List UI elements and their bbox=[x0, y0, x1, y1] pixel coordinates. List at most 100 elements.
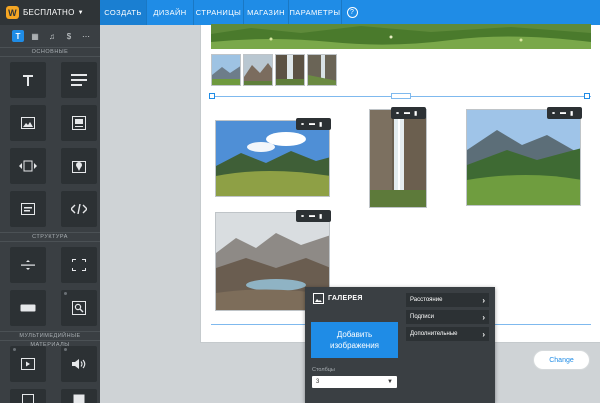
gallery-element[interactable] bbox=[10, 148, 46, 184]
link-icon[interactable]: ⚭ bbox=[551, 110, 556, 117]
tab-create[interactable]: СОЗДАТЬ bbox=[100, 0, 147, 25]
layout-icon[interactable]: ▦ bbox=[29, 30, 41, 42]
form-element[interactable] bbox=[10, 191, 46, 227]
document-element[interactable] bbox=[10, 389, 46, 403]
drag-handle[interactable] bbox=[391, 93, 411, 99]
chevron-down-icon: ▼ bbox=[387, 379, 393, 385]
chevron-right-icon: › bbox=[482, 295, 485, 305]
dollar-icon[interactable]: $ bbox=[63, 30, 75, 42]
banner-image[interactable] bbox=[211, 24, 591, 49]
brand-menu[interactable]: W БЕСПЛАТНО ▼ bbox=[0, 0, 100, 25]
button-element[interactable] bbox=[10, 290, 46, 326]
spacer-icon bbox=[72, 259, 86, 271]
option-advanced[interactable]: Дополнительные › bbox=[406, 327, 489, 341]
audio-element[interactable] bbox=[61, 346, 97, 382]
thumbnail-1[interactable] bbox=[211, 54, 241, 86]
document-icon bbox=[22, 394, 34, 403]
map-element[interactable] bbox=[61, 148, 97, 184]
thumb-cliff-photo bbox=[308, 55, 336, 85]
video-element[interactable] bbox=[10, 346, 46, 382]
comment-icon[interactable]: ▬ bbox=[309, 213, 315, 219]
image-3-toolbar: ⚭ ▬ ▮ bbox=[547, 107, 582, 119]
top-bar-fill bbox=[362, 0, 600, 25]
link-icon[interactable]: ⚭ bbox=[300, 213, 305, 220]
meadow-photo bbox=[211, 24, 591, 49]
spacer-element[interactable] bbox=[61, 247, 97, 283]
button-icon bbox=[20, 304, 36, 312]
image-text-icon bbox=[72, 116, 86, 130]
trash-icon[interactable]: ▮ bbox=[414, 110, 417, 117]
gallery-icon bbox=[19, 160, 37, 172]
resize-handle-right[interactable] bbox=[584, 93, 590, 99]
tab-store[interactable]: МАГАЗИН bbox=[244, 0, 289, 25]
help-icon: ? bbox=[346, 7, 358, 18]
tab-design[interactable]: ДИЗАЙН bbox=[147, 0, 194, 25]
search-element[interactable] bbox=[61, 290, 97, 326]
columns-label: Столбцы bbox=[312, 367, 335, 373]
tab-settings[interactable]: ПАРАМЕТРЫ bbox=[289, 0, 342, 25]
option-spacing[interactable]: Расстояние › bbox=[406, 293, 489, 307]
image-text-element[interactable] bbox=[61, 105, 97, 141]
embed-code-element[interactable] bbox=[61, 191, 97, 227]
main-nav: СОЗДАТЬ ДИЗАЙН СТРАНИЦЫ МАГАЗИН ПАРАМЕТР… bbox=[100, 0, 362, 25]
search-icon bbox=[72, 301, 86, 315]
title-element[interactable] bbox=[10, 62, 46, 98]
trash-icon[interactable]: ▮ bbox=[570, 110, 573, 117]
chevron-right-icon: › bbox=[482, 329, 485, 339]
columns-select[interactable]: 3 ▼ bbox=[312, 376, 397, 388]
form-icon bbox=[21, 203, 35, 215]
option-captions[interactable]: Подписи › bbox=[406, 310, 489, 324]
gallery-icon bbox=[313, 293, 324, 304]
premium-dot bbox=[64, 348, 67, 351]
comment-icon[interactable]: ▬ bbox=[404, 110, 410, 116]
image-1-toolbar: ⚭ ▬ ▮ bbox=[296, 118, 331, 130]
text-element[interactable] bbox=[61, 62, 97, 98]
title-icon bbox=[23, 75, 33, 86]
thumb-waterfall-photo bbox=[276, 55, 304, 85]
resize-handle-left[interactable] bbox=[209, 93, 215, 99]
panel-title: ГАЛЕРЕЯ bbox=[328, 295, 363, 302]
tab-pages[interactable]: СТРАНИЦЫ bbox=[194, 0, 244, 25]
premium-dot bbox=[64, 292, 67, 295]
help-button[interactable]: ? bbox=[342, 0, 362, 25]
thumbnail-2[interactable] bbox=[243, 54, 273, 86]
music-icon[interactable]: ♫ bbox=[46, 30, 58, 42]
trash-icon[interactable]: ▮ bbox=[319, 121, 322, 128]
thumb-mountain-photo bbox=[212, 55, 240, 85]
link-icon[interactable]: ⚭ bbox=[395, 110, 400, 117]
elements-sidebar: T ▦ ♫ $ ⋯ ОСНОВНЫЕ СТРУКТУРА МУЛЬТИМЕДИЙ… bbox=[0, 25, 100, 403]
plan-label: БЕСПЛАТНО bbox=[23, 8, 75, 17]
gallery-image-3[interactable] bbox=[466, 109, 581, 206]
text-icon[interactable]: T bbox=[12, 30, 24, 42]
section-structure: СТРУКТУРА bbox=[0, 232, 100, 242]
valley-photo bbox=[216, 121, 329, 196]
divider-icon bbox=[21, 260, 35, 270]
change-button[interactable]: Change bbox=[533, 350, 590, 370]
comment-icon[interactable]: ▬ bbox=[560, 110, 566, 116]
video-icon bbox=[21, 358, 35, 370]
thumbnail-4[interactable] bbox=[307, 54, 337, 86]
comment-icon[interactable]: ▬ bbox=[309, 121, 315, 127]
image-2-toolbar: ⚭ ▬ ▮ bbox=[391, 107, 426, 119]
gallery-image-1[interactable] bbox=[215, 120, 330, 197]
chevron-right-icon: › bbox=[482, 312, 485, 322]
code-icon bbox=[71, 204, 87, 214]
image-4-toolbar: ⚭ ▬ ▮ bbox=[296, 210, 331, 222]
gallery-image-2[interactable] bbox=[369, 109, 427, 208]
file-icon bbox=[73, 394, 85, 403]
divider-element[interactable] bbox=[10, 247, 46, 283]
add-images-button[interactable]: Добавить изображения bbox=[311, 322, 398, 358]
columns-value: 3 bbox=[316, 379, 320, 385]
gallery-settings-panel: ГАЛЕРЕЯ Добавить изображения Столбцы 3 ▼… bbox=[305, 287, 495, 403]
section-basic: ОСНОВНЫЕ bbox=[0, 47, 100, 57]
link-icon[interactable]: ⚭ bbox=[300, 121, 305, 128]
waterfall-photo bbox=[370, 110, 426, 207]
thumbnail-3[interactable] bbox=[275, 54, 305, 86]
image-element[interactable] bbox=[10, 105, 46, 141]
section-multimedia: МУЛЬТИМЕДИЙНЫЕ МАТЕРИАЛЫ bbox=[0, 331, 100, 348]
weebly-logo-icon: W bbox=[6, 6, 19, 19]
speaker-icon bbox=[72, 359, 86, 369]
more-icon[interactable]: ⋯ bbox=[80, 30, 92, 42]
file-element[interactable] bbox=[61, 389, 97, 403]
trash-icon[interactable]: ▮ bbox=[319, 213, 322, 220]
